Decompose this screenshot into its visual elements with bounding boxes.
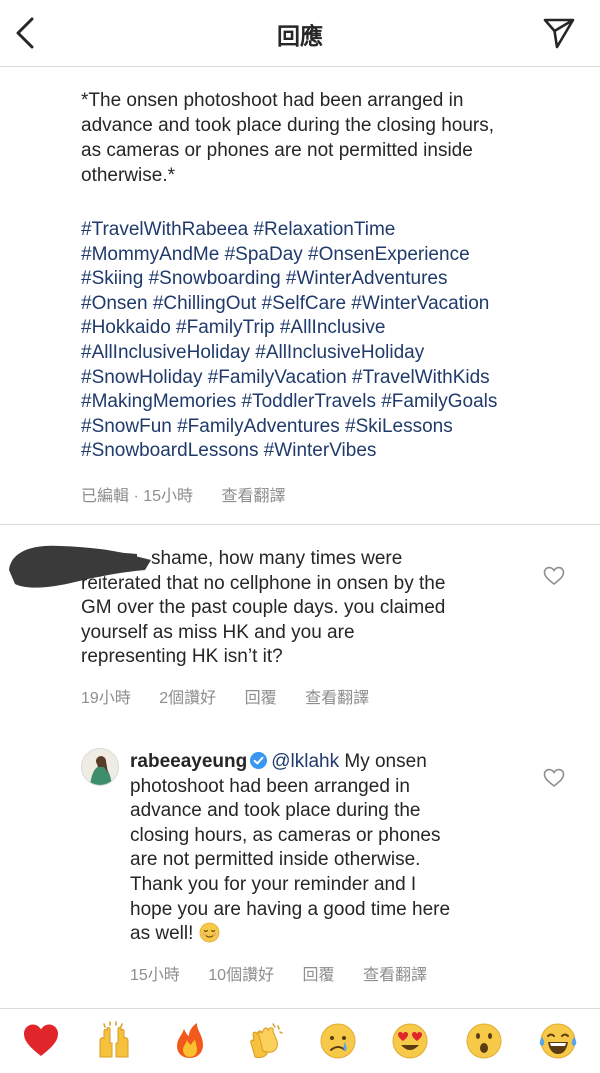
red-heart-icon[interactable] [21, 1021, 61, 1061]
reply-line: advance and took place during the [130, 800, 421, 822]
hashtag-line[interactable]: #AllInclusiveHoliday #AllInclusiveHolida… [81, 342, 424, 363]
comment-line: shame, how many times were [151, 548, 403, 569]
comment-line: GM over the past couple days. you claime… [81, 597, 446, 618]
reply-line: closing hours, as cameras or phones [130, 824, 441, 846]
reply-line: are not permitted inside otherwise. [130, 849, 421, 871]
reply-line: hope you are having a good time here [130, 898, 451, 920]
hashtag-line[interactable]: #Skiing #Snowboarding #WinterAdventures [81, 268, 448, 289]
hashtag-line[interactable]: #MakingMemories #ToddlerTravels #FamilyG… [81, 391, 497, 412]
reply-meta: 15小時 10個讚好 回覆 查看翻譯 [130, 961, 427, 985]
hashtag-line[interactable]: #SnowHoliday #FamilyVacation #TravelWith… [81, 367, 490, 388]
hashtag-line[interactable]: #TravelWithRabeea #RelaxationTime [81, 219, 395, 240]
caption-line: advance and took place during the closin… [81, 115, 494, 136]
see-translation-link[interactable]: 查看翻譯 [363, 967, 427, 984]
comment-line: reiterated that no cellphone in onsen by… [81, 572, 446, 594]
comment-likes[interactable]: 2個讚好 [159, 690, 216, 707]
avatar-image [82, 749, 118, 785]
header-bar: 回應 [0, 0, 600, 67]
caption-line: otherwise.* [81, 165, 175, 186]
quick-reaction-bar [0, 1008, 600, 1073]
relieved-face-emoji-icon [199, 922, 220, 943]
caption-line: as cameras or phones are not permitted i… [81, 140, 473, 161]
laughing-tears-face-icon[interactable] [538, 1021, 578, 1061]
reply-line: My onsen [339, 751, 427, 772]
mention-link[interactable]: @lklahk [271, 751, 339, 772]
reply-line: Thank you for your reminder and I [130, 873, 417, 895]
hashtag-list: #TravelWithRabeea #RelaxationTime #Mommy… [81, 218, 586, 464]
hashtag-line[interactable]: #Onsen #ChillingOut #SelfCare #WinterVac… [81, 293, 489, 314]
reply-text: rabeeayeung @lklahk My onsen photoshoot h… [130, 750, 540, 947]
comment-text: shame, how many times were reiterated th… [81, 547, 531, 670]
heart-eyes-face-icon[interactable] [390, 1021, 430, 1061]
reply-button[interactable]: 回覆 [245, 690, 277, 707]
caption-line: *The onsen photoshoot had been arranged … [81, 90, 464, 111]
like-heart-icon[interactable] [543, 768, 565, 788]
clapping-hands-icon[interactable] [245, 1021, 285, 1061]
reply-username[interactable]: rabeeayeung [130, 751, 247, 772]
reply-time: 15小時 [130, 967, 180, 984]
comment-line: representing HK isn’t it? [81, 646, 283, 667]
avatar[interactable] [81, 748, 119, 786]
comment-meta: 19小時 2個讚好 回覆 查看翻譯 [81, 684, 369, 708]
reply-likes[interactable]: 10個讚好 [208, 967, 274, 984]
fire-icon[interactable] [170, 1021, 210, 1061]
comment-time: 19小時 [81, 690, 131, 707]
divider [0, 524, 600, 525]
paper-plane-icon[interactable] [542, 16, 576, 50]
meta-dot: · [133, 488, 139, 505]
caption-time: 15小時 [143, 488, 194, 505]
hashtag-line[interactable]: #SnowFun #FamilyAdventures #SkiLessons [81, 416, 453, 437]
see-translation-link[interactable]: 查看翻譯 [222, 488, 286, 505]
page-title: 回應 [277, 23, 323, 49]
hashtag-line[interactable]: #Hokkaido #FamilyTrip #AllInclusive [81, 317, 385, 338]
edited-label: 已編輯 [81, 488, 130, 505]
verified-badge-icon [250, 752, 268, 769]
crying-face-icon[interactable] [318, 1021, 358, 1061]
hashtag-line[interactable]: #MommyAndMe #SpaDay #OnsenExperience [81, 244, 470, 265]
see-translation-link[interactable]: 查看翻譯 [305, 690, 369, 707]
hashtag-line[interactable]: #SnowboardLessons #WinterVibes [81, 440, 376, 461]
reply-line: photoshoot had been arranged in [130, 775, 410, 797]
comment-line: yourself as miss HK and you are [81, 621, 355, 643]
post-caption: *The onsen photoshoot had been arranged … [81, 88, 581, 188]
reply-button[interactable]: 回覆 [303, 967, 335, 984]
surprised-face-icon[interactable] [464, 1021, 504, 1061]
reply-line: as well! [130, 923, 199, 945]
like-heart-icon[interactable] [543, 566, 565, 586]
raised-hands-icon[interactable] [94, 1021, 134, 1061]
caption-meta: 已編輯 · 15小時 查看翻譯 [81, 482, 286, 506]
